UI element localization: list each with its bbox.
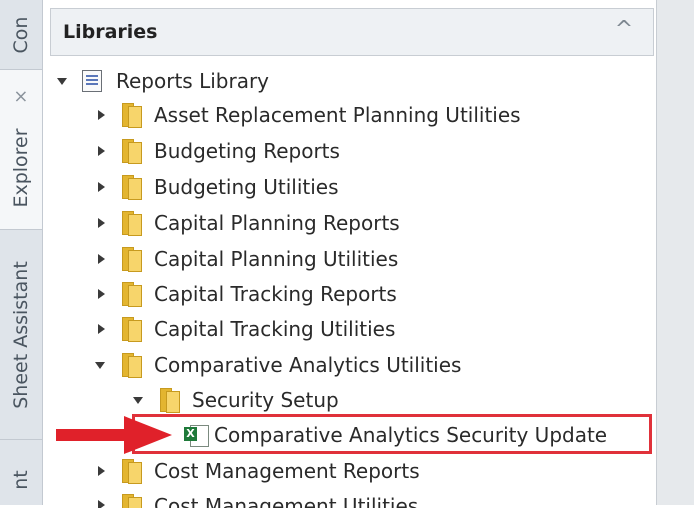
close-icon[interactable]: × — [11, 89, 32, 104]
folder-icon — [120, 494, 142, 508]
expand-arrow-icon[interactable] — [94, 358, 108, 372]
tree-item-label: Capital Tracking Reports — [154, 282, 397, 306]
callout-arrow-icon — [56, 416, 172, 454]
panel-title: Libraries — [63, 21, 158, 43]
tree-item-folder[interactable]: Capital Tracking Utilities — [94, 312, 395, 346]
folder-icon — [120, 139, 142, 164]
collapse-arrow-icon[interactable] — [94, 287, 108, 301]
tree-item-folder[interactable]: Budgeting Reports — [94, 134, 340, 168]
tree-item-folder-expanded[interactable]: Comparative Analytics Utilities — [94, 348, 461, 382]
panel-header: Libraries ^ — [50, 8, 654, 56]
tree-item-folder[interactable]: Budgeting Utilities — [94, 170, 339, 204]
tree-item-label: Budgeting Reports — [154, 139, 340, 163]
tree-item-label: Capital Planning Reports — [154, 211, 400, 235]
folder-icon — [120, 211, 142, 236]
collapse-arrow-icon[interactable] — [94, 252, 108, 266]
tree-item-label: Security Setup — [192, 388, 339, 412]
collapse-arrow-icon[interactable] — [94, 498, 108, 508]
tree-item-folder[interactable]: Asset Replacement Planning Utilities — [94, 98, 521, 132]
tab-sheet-assistant-label: Sheet Assistant — [10, 260, 32, 409]
tree-item-label: Cost Management Reports — [154, 459, 420, 483]
tree-item-label: Cost Management Utilities — [154, 494, 419, 508]
tree-item-label: Capital Planning Utilities — [154, 247, 399, 271]
tab-explorer[interactable]: × Explorer — [0, 70, 42, 230]
library-doc-icon — [82, 70, 102, 92]
folder-icon — [120, 317, 142, 342]
expand-arrow-icon[interactable] — [132, 393, 146, 407]
tree-item-folder[interactable]: Cost Management Reports — [94, 454, 420, 488]
collapse-arrow-icon[interactable] — [94, 464, 108, 478]
tree-item-folder[interactable]: Capital Tracking Reports — [94, 277, 397, 311]
folder-icon — [120, 459, 142, 484]
folder-icon — [120, 247, 142, 272]
tree-item-label: Asset Replacement Planning Utilities — [154, 103, 521, 127]
collapse-arrow-icon[interactable] — [94, 322, 108, 336]
folder-icon — [120, 175, 142, 200]
tab-sheet-assistant[interactable]: Sheet Assistant — [0, 230, 42, 440]
tree-item-folder[interactable]: Capital Planning Utilities — [94, 242, 398, 276]
scrollbar-track[interactable] — [656, 0, 694, 505]
folder-icon — [158, 388, 180, 413]
tab-con-label: Con — [10, 16, 32, 53]
tab-divider — [42, 0, 43, 505]
collapse-arrow-icon[interactable] — [94, 108, 108, 122]
side-tab-strip: Con × Explorer Sheet Assistant nt — [0, 0, 42, 505]
tab-partial-label: nt — [10, 470, 32, 490]
tree-item-folder[interactable]: Cost Management Utilities — [94, 488, 418, 508]
collapse-arrow-icon[interactable] — [94, 216, 108, 230]
tab-con[interactable]: Con — [0, 0, 42, 70]
collapse-chevron-icon[interactable]: ^ — [609, 15, 639, 45]
tree-item-label: Budgeting Utilities — [154, 175, 339, 199]
collapse-arrow-icon[interactable] — [94, 180, 108, 194]
tree-item-label: Capital Tracking Utilities — [154, 317, 396, 341]
tree-item-folder[interactable]: Capital Planning Reports — [94, 206, 400, 240]
tree-item-label: Comparative Analytics Utilities — [154, 353, 462, 377]
tree-item-label: Reports Library — [116, 69, 270, 93]
tab-explorer-label: Explorer — [10, 128, 32, 208]
folder-icon — [120, 103, 142, 128]
tree-item-reports-library[interactable]: Reports Library — [56, 64, 269, 98]
folder-icon — [120, 353, 142, 378]
expand-arrow-icon[interactable] — [56, 74, 70, 88]
folder-icon — [120, 282, 142, 307]
highlight-box — [132, 414, 652, 454]
tree-item-folder-expanded[interactable]: Security Setup — [132, 383, 339, 417]
collapse-arrow-icon[interactable] — [94, 144, 108, 158]
tab-partial[interactable]: nt — [0, 440, 42, 505]
